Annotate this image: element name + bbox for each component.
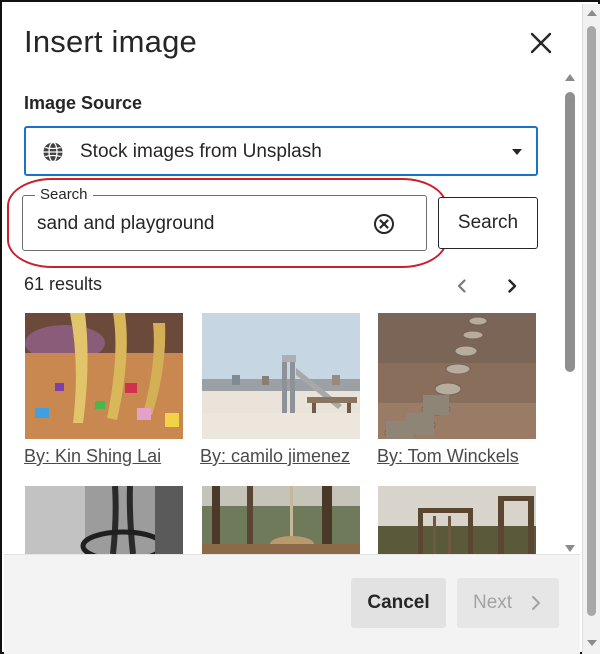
image-source-select[interactable]: Stock images from Unsplash (24, 126, 538, 176)
close-button[interactable] (526, 28, 556, 58)
search-input[interactable] (37, 213, 357, 235)
page-scrollbar-thumb[interactable] (587, 26, 596, 616)
scroll-down-arrow-icon[interactable] (587, 640, 597, 646)
image-source-label: Image Source (24, 93, 143, 113)
next-page-button[interactable] (502, 276, 522, 296)
page-scrollbar[interactable] (582, 4, 600, 654)
photo-credit-link[interactable]: By: camilo jimenez (200, 446, 350, 467)
chevron-left-icon (457, 279, 466, 293)
search-field-legend: Search (35, 186, 93, 203)
playground-toys-photo (25, 313, 183, 439)
wooden-posts-sand-photo (378, 313, 536, 439)
image-source-value: Stock images from Unsplash (80, 141, 322, 162)
content-scrollbar[interactable] (562, 72, 578, 554)
results-count: 61 results (24, 274, 103, 294)
next-button[interactable]: Next (457, 578, 559, 628)
result-thumbnail-1[interactable] (25, 313, 183, 439)
chevron-right-icon (532, 596, 540, 610)
dialog-title: Insert image (24, 24, 197, 59)
previous-page-button[interactable] (452, 276, 472, 296)
rope-swing-photo (25, 486, 183, 554)
result-thumbnail-6[interactable] (378, 486, 536, 554)
result-thumbnail-3[interactable] (378, 313, 536, 439)
result-thumbnail-4[interactable] (25, 486, 183, 554)
clear-circle-icon[interactable] (373, 213, 395, 235)
content-scroll-up-icon[interactable] (565, 74, 575, 81)
globe-icon (43, 141, 63, 163)
beach-playground-photo (202, 313, 360, 439)
dialog-frame: Insert image Image Source Stock images f… (0, 0, 600, 654)
photo-credit-link[interactable]: By: Tom Winckels (377, 446, 519, 467)
forest-swing-photo (202, 486, 360, 554)
content-scrollbar-thumb[interactable] (565, 92, 575, 372)
next-button-label: Next (473, 592, 513, 613)
chevron-right-icon (508, 279, 517, 293)
result-thumbnail-2[interactable] (202, 313, 360, 439)
photo-credit-link[interactable]: By: Kin Shing Lai (24, 446, 161, 467)
search-field[interactable]: Search (22, 186, 427, 251)
wooden-climbing-frame-photo (378, 486, 536, 554)
search-button[interactable]: Search (438, 197, 538, 249)
result-thumbnail-5[interactable] (202, 486, 360, 554)
content-scroll-down-icon[interactable] (565, 545, 575, 552)
scroll-up-arrow-icon[interactable] (587, 10, 597, 16)
chevron-down-icon (512, 149, 522, 155)
cancel-button[interactable]: Cancel (351, 578, 446, 628)
close-icon (530, 32, 552, 54)
